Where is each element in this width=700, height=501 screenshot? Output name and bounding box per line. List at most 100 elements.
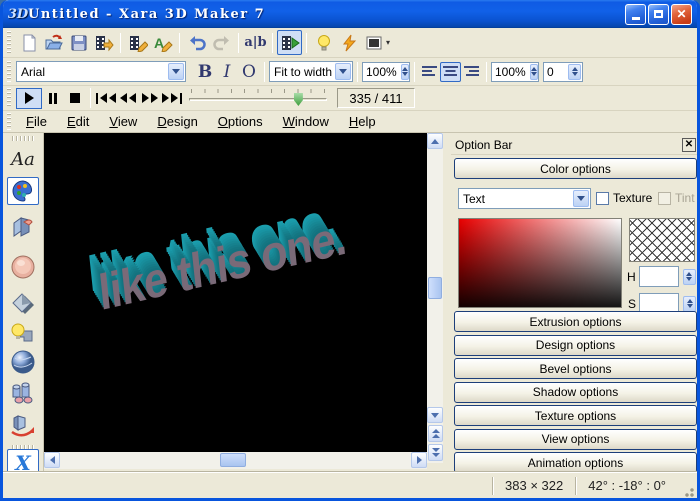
animation-options-button[interactable]: Animation options [454, 452, 697, 473]
horizontal-scrollbar[interactable] [44, 452, 427, 469]
toolbox-gripper[interactable] [12, 136, 34, 141]
zoom-in-button[interactable] [428, 425, 443, 442]
text-tool[interactable]: Aa [7, 145, 39, 173]
document-canvas[interactable]: like this one. [44, 133, 427, 452]
bold-button[interactable]: B [194, 62, 216, 82]
minimize-button[interactable] [625, 4, 646, 25]
menu-help[interactable]: Help [339, 112, 386, 131]
menu-design[interactable]: Design [147, 112, 207, 131]
extrusion-tool[interactable] [7, 213, 39, 241]
checkbox-icon[interactable] [596, 192, 609, 205]
menu-options[interactable]: Options [208, 112, 273, 131]
stop-button[interactable] [64, 89, 86, 108]
tracking-spinner[interactable]: 100% [491, 62, 539, 82]
edit-text-style-icon[interactable]: A [150, 30, 175, 55]
tint-checkbox[interactable]: Tint [658, 191, 695, 205]
shadow-tool[interactable] [7, 291, 39, 319]
align-left-icon[interactable] [419, 62, 440, 82]
align-center-icon[interactable] [440, 62, 461, 82]
3d-text-object[interactable]: like this one. [96, 210, 348, 323]
open-file-icon[interactable] [41, 30, 66, 55]
bevel-options-button[interactable]: Bevel options [454, 358, 697, 379]
shadow-options-button[interactable]: Shadow options [454, 382, 697, 403]
text-kerning-icon[interactable]: a|b [243, 30, 268, 55]
font-combobox[interactable]: Arial [16, 61, 186, 82]
bevel-tool[interactable] [7, 253, 39, 281]
texture-tool[interactable] [7, 348, 39, 376]
italic-button[interactable]: I [216, 62, 238, 82]
save-icon[interactable] [66, 30, 91, 55]
titlebar[interactable]: 3D Untitled - Xara 3D Maker 7 ✕ [3, 0, 697, 28]
screen-mode-icon[interactable] [361, 30, 386, 55]
toolbar-gripper[interactable] [7, 88, 11, 107]
texture-checkbox[interactable]: Texture [596, 191, 652, 205]
play-button[interactable] [16, 88, 42, 109]
export-animation-icon[interactable] [91, 30, 116, 55]
view-tool[interactable] [7, 380, 39, 408]
horizontal-scroll-thumb[interactable] [220, 453, 246, 467]
toolbar-gripper[interactable] [7, 31, 11, 54]
redo-icon[interactable] [209, 30, 234, 55]
shadow-diamond-icon [10, 292, 36, 318]
go-to-end-button[interactable] [161, 89, 183, 108]
view-options-button[interactable]: View options [454, 429, 697, 450]
menu-edit[interactable]: Edit [57, 112, 99, 131]
zoom-spinner[interactable]: 100% [362, 62, 410, 82]
fit-mode-combobox[interactable]: Fit to width [269, 61, 353, 82]
option-bar-close-icon[interactable]: ✕ [682, 138, 696, 152]
resize-grip-icon[interactable] [682, 485, 695, 498]
pause-button[interactable] [42, 89, 64, 108]
slider-thumb[interactable] [294, 93, 303, 106]
toolbar-gripper[interactable] [7, 113, 11, 130]
extrusion-options-button[interactable]: Extrusion options [454, 311, 697, 332]
step-forward-button[interactable] [139, 89, 161, 108]
menu-window[interactable]: Window [273, 112, 339, 131]
outline-button[interactable]: O [238, 62, 260, 82]
option-bar-header[interactable]: Option Bar ✕ [451, 135, 700, 155]
maximize-button[interactable] [648, 4, 669, 25]
color-options-button[interactable]: Color options [454, 158, 697, 179]
step-backward-button[interactable] [117, 89, 139, 108]
zoom-out-button[interactable] [428, 444, 443, 461]
slider-track[interactable] [189, 98, 327, 101]
close-button[interactable]: ✕ [671, 4, 692, 25]
chevron-down-icon[interactable] [335, 63, 351, 80]
vertical-scroll-thumb[interactable] [428, 277, 442, 299]
scroll-up-button[interactable] [427, 133, 443, 149]
preview-animation-icon[interactable] [277, 30, 302, 55]
design-options-button[interactable]: Design options [454, 335, 697, 356]
spin-buttons-icon[interactable] [530, 64, 538, 80]
chevron-down-icon[interactable] [573, 190, 589, 207]
texture-options-button[interactable]: Texture options [454, 405, 697, 426]
vertical-scrollbar[interactable] [427, 133, 443, 463]
new-document-icon[interactable] [16, 30, 41, 55]
toolbar-gripper[interactable] [7, 61, 11, 83]
scroll-left-button[interactable] [44, 452, 60, 468]
lighting-icon[interactable] [311, 30, 336, 55]
scroll-down-button[interactable] [427, 407, 443, 423]
saturation-spin-icon[interactable] [683, 296, 696, 312]
animation-tool[interactable] [7, 412, 39, 440]
spin-buttons-icon[interactable] [568, 64, 581, 80]
color-gradient-picker[interactable] [458, 218, 622, 308]
design-tool[interactable] [7, 320, 39, 348]
color-tool[interactable] [7, 177, 39, 205]
xara-x-tool[interactable]: X [7, 449, 39, 472]
edit-animation-text-icon[interactable] [125, 30, 150, 55]
undo-icon[interactable] [184, 30, 209, 55]
chevron-down-icon[interactable] [168, 63, 184, 80]
menu-file[interactable]: File [16, 112, 57, 131]
go-to-start-button[interactable] [95, 89, 117, 108]
spin-buttons-icon[interactable] [401, 64, 409, 80]
scroll-right-button[interactable] [411, 452, 427, 468]
texture-swatch[interactable] [629, 218, 695, 262]
color-target-combobox[interactable]: Text [458, 188, 591, 209]
render-quality-icon[interactable] [336, 30, 361, 55]
align-right-icon[interactable] [461, 62, 482, 82]
frame-slider[interactable] [189, 88, 327, 108]
hue-field[interactable] [639, 266, 679, 287]
hue-spin-icon[interactable] [683, 269, 696, 285]
screen-mode-dropdown-icon[interactable]: ▾ [386, 38, 396, 47]
baseline-spinner[interactable]: 0 [543, 62, 583, 82]
menu-view[interactable]: View [99, 112, 147, 131]
